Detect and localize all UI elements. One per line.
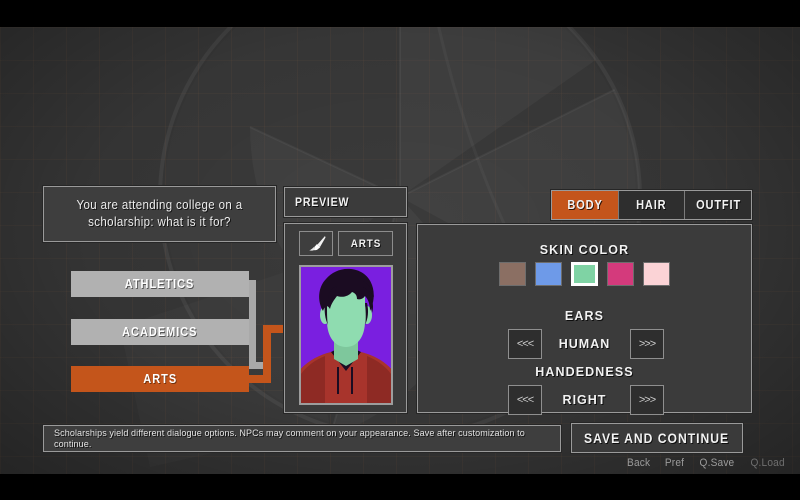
handedness-next-button[interactable]: >>>: [630, 385, 664, 415]
handedness-title: HANDEDNESS: [535, 365, 634, 379]
tab-body[interactable]: BODY: [552, 191, 619, 219]
preview-header: PREVIEW: [284, 187, 407, 217]
tab-label: OUTFIT: [695, 198, 741, 212]
ears-title: EARS: [564, 309, 605, 323]
character-portrait: [299, 265, 393, 405]
question-box: You are attending college on a scholarsh…: [43, 186, 276, 242]
save-and-continue-button[interactable]: SAVE AND CONTINUE: [571, 423, 743, 453]
tab-label: BODY: [567, 198, 603, 212]
customization-tabs: BODY HAIR OUTFIT: [551, 190, 752, 220]
chevron-right-icon: >>>: [638, 338, 656, 350]
skin-color-title: SKIN COLOR: [539, 243, 630, 257]
choice-label: ARTS: [143, 372, 177, 386]
handedness-value: RIGHT: [562, 393, 607, 407]
chevron-right-icon: >>>: [638, 394, 656, 406]
question-text: You are attending college on a scholarsh…: [76, 198, 243, 229]
quick-menu: Back Pref Q.Save Q.Load: [626, 457, 786, 469]
skin-swatch-5[interactable]: [643, 262, 670, 286]
wire-gray-vertical: [249, 280, 256, 368]
status-text: Scholarships yield different dialogue op…: [54, 427, 525, 450]
letterbox-bottom: [0, 474, 800, 500]
handedness-controls: <<< RIGHT >>>: [418, 385, 751, 415]
paintbrush-icon-button[interactable]: [299, 231, 333, 256]
ears-controls: <<< HUMAN >>>: [418, 329, 751, 359]
customization-panel: SKIN COLOR EARS <<< HUMAN >>> HANDEDNESS…: [417, 224, 752, 415]
skin-swatch-3-selected[interactable]: [571, 262, 598, 286]
character-portrait-art: [301, 267, 391, 403]
ears-next-button[interactable]: >>>: [630, 329, 664, 359]
save-button-label: SAVE AND CONTINUE: [584, 430, 730, 446]
wire-academics-stub: [249, 328, 256, 334]
tab-hair[interactable]: HAIR: [618, 191, 686, 219]
preview-header-label: PREVIEW: [295, 195, 350, 209]
paintbrush-icon: [309, 236, 326, 251]
wire-orange-vertical: [263, 325, 271, 383]
choice-label: ACADEMICS: [122, 325, 198, 339]
choice-button-athletics[interactable]: ATHLETICS: [71, 271, 249, 297]
game-screen: You are attending college on a scholarsh…: [0, 0, 800, 500]
skin-swatch-2[interactable]: [535, 262, 562, 286]
quick-menu-qload[interactable]: Q.Load: [750, 457, 784, 469]
choice-button-arts[interactable]: ARTS: [71, 366, 249, 392]
status-bar: Scholarships yield different dialogue op…: [43, 425, 561, 452]
letterbox-top: [0, 0, 800, 27]
choice-label: ATHLETICS: [125, 277, 195, 291]
selected-track-label: ARTS: [350, 237, 381, 250]
skin-swatch-1[interactable]: [499, 262, 526, 286]
ears-value: HUMAN: [558, 337, 611, 351]
handedness-setting: HANDEDNESS <<< RIGHT >>>: [418, 365, 751, 415]
quick-menu-qsave[interactable]: Q.Save: [699, 457, 734, 469]
ears-setting: EARS <<< HUMAN >>>: [418, 309, 751, 359]
tab-label: HAIR: [636, 198, 667, 212]
quick-menu-back[interactable]: Back: [627, 457, 650, 469]
choice-button-academics[interactable]: ACADEMICS: [71, 319, 249, 345]
tab-outfit[interactable]: OUTFIT: [685, 191, 752, 219]
quick-menu-pref[interactable]: Pref: [665, 457, 684, 469]
selected-track-button[interactable]: ARTS: [338, 231, 393, 256]
game-stage: You are attending college on a scholarsh…: [0, 27, 800, 474]
skin-color-swatches: [418, 262, 751, 286]
skin-swatch-4[interactable]: [607, 262, 634, 286]
